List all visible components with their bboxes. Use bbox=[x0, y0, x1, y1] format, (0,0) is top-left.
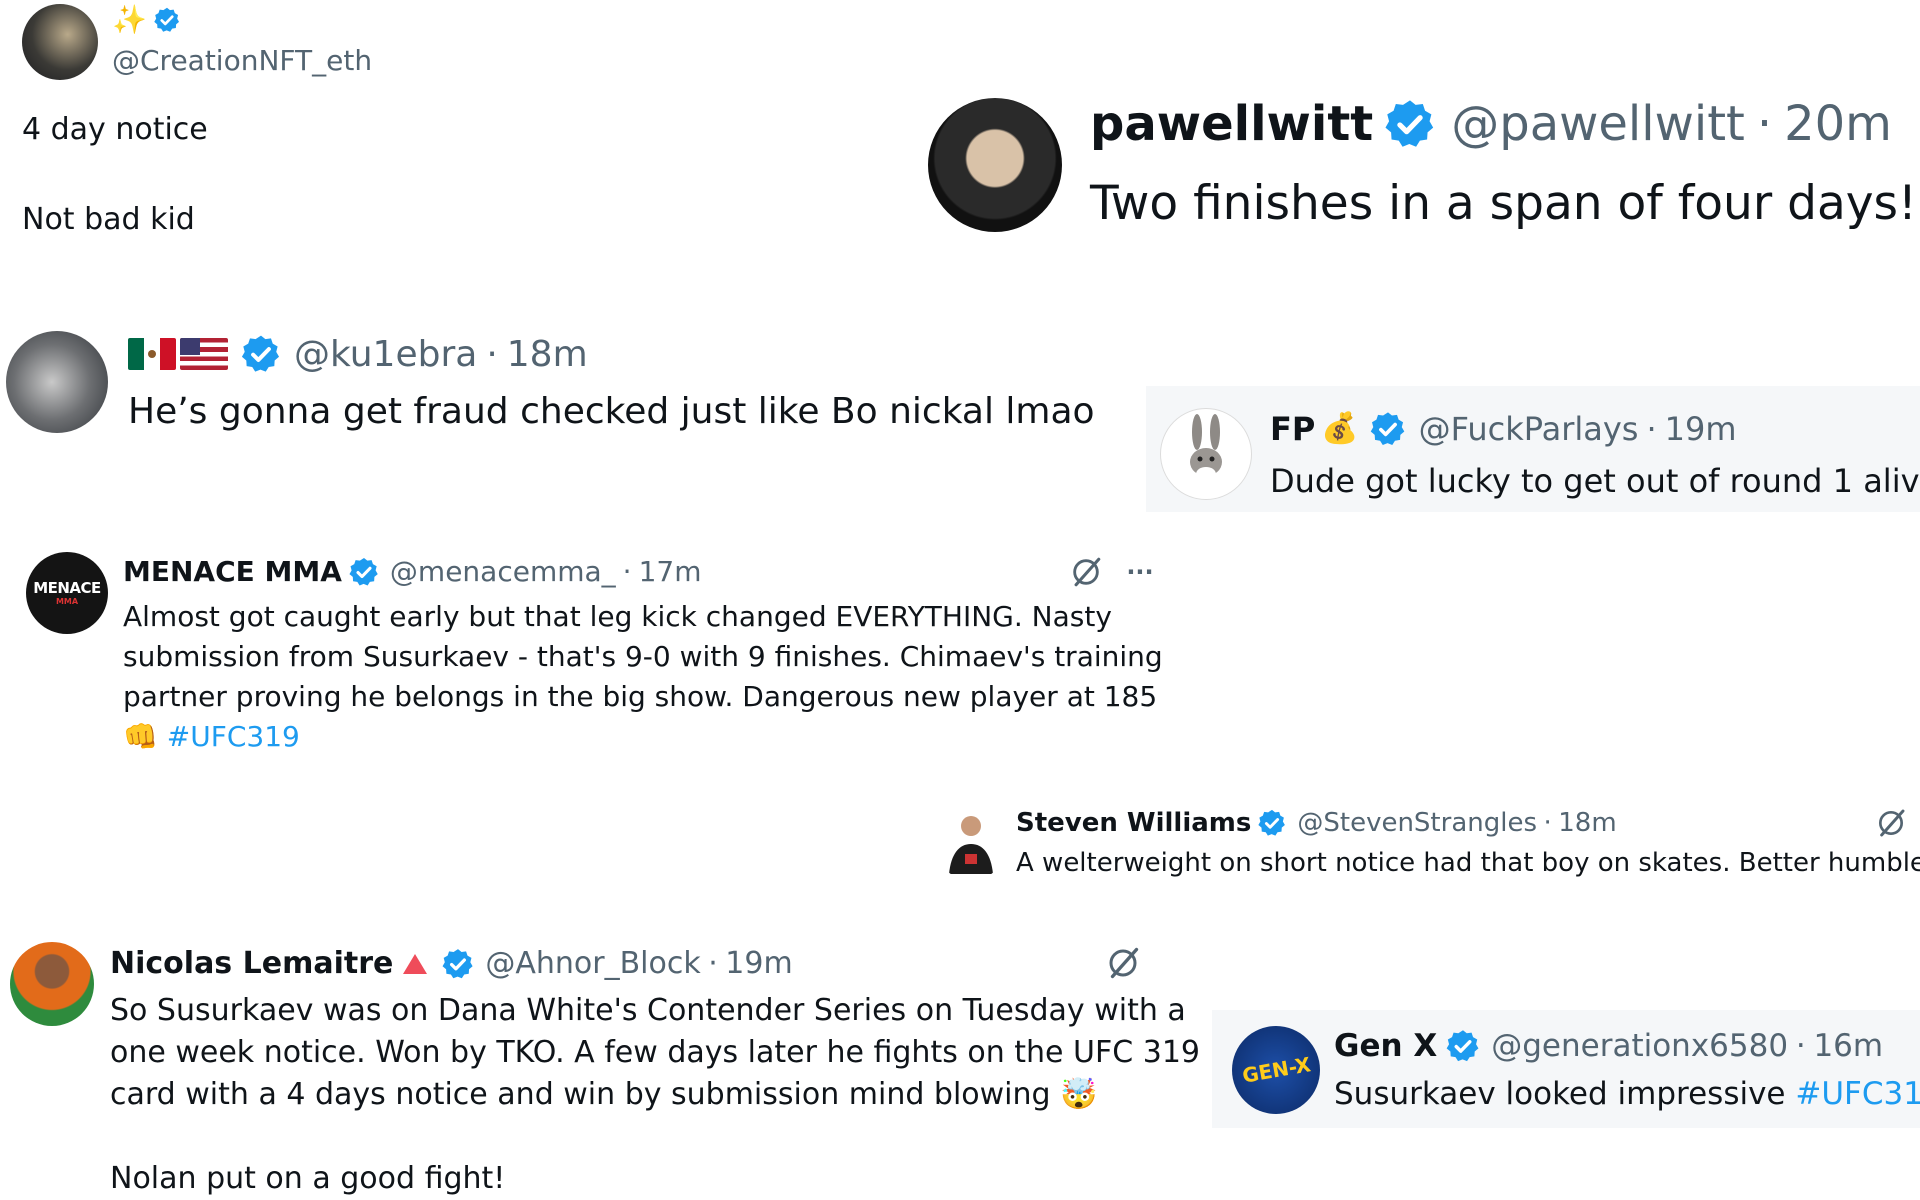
sparkles-icon: ✨ bbox=[112, 3, 147, 36]
avatar-pawellwitt-icon[interactable] bbox=[928, 98, 1062, 232]
verified-badge-icon bbox=[240, 333, 282, 375]
more-options-button[interactable]: ··· bbox=[1120, 554, 1160, 590]
avatar-genx-icon[interactable]: GEN-X bbox=[1232, 1026, 1320, 1114]
tweet-menace-header: MENACE MMA @menacemma_ · 17m bbox=[123, 555, 702, 588]
verified-badge-icon bbox=[152, 6, 181, 34]
tweet-genx-text: Susurkaev looked impressive #UFC319 bbox=[1334, 1076, 1920, 1112]
hashtag-link[interactable]: #UFC319 bbox=[167, 720, 300, 753]
verified-badge-icon bbox=[1445, 1028, 1481, 1063]
tweet-pawellwitt-header: pawellwitt @pawellwitt · 20m bbox=[1090, 96, 1892, 152]
tweet-line: card with a 4 days notice and win by sub… bbox=[110, 1077, 1098, 1112]
verified-badge-icon bbox=[1368, 410, 1406, 447]
grok-icon[interactable] bbox=[1068, 554, 1104, 590]
avatar-steven-icon[interactable] bbox=[934, 806, 1008, 880]
mexico-flag-icon bbox=[128, 338, 176, 370]
tweet-nicolas-header: Nicolas Lemaitre @Ahnor_Block · 19m bbox=[110, 946, 793, 981]
hashtag-link[interactable]: #UFC319 bbox=[1795, 1076, 1920, 1112]
tweet-genx[interactable]: GEN-X Gen X @generationx6580 · 16m Susur… bbox=[1212, 1010, 1920, 1128]
tweet-menace[interactable]: MENACE MMA MENACE MMA @menacemma_ · 17m … bbox=[0, 540, 1180, 770]
verified-badge-icon bbox=[347, 555, 380, 587]
tweet-steven-text: A welterweight on short notice had that … bbox=[1016, 848, 1920, 878]
tweet-creation[interactable]: ✨ @CreationNFT_eth 4 day notice Not bad … bbox=[0, 0, 500, 250]
tweet-line: Nolan put on a good fight! bbox=[110, 1161, 506, 1196]
avatar-nicolas-icon[interactable] bbox=[10, 942, 94, 1026]
tweet-fp-text: Dude got lucky to get out of round 1 ali… bbox=[1270, 462, 1920, 500]
tweet-line: one week notice. Won by TKO. A few days … bbox=[110, 1035, 1201, 1070]
usa-flag-icon bbox=[180, 338, 228, 370]
tweet-line: 👊 #UFC319 bbox=[123, 717, 1163, 757]
money-bag-icon: 💰 bbox=[1321, 411, 1359, 446]
tweet-fp[interactable]: FP 💰 @FuckParlays · 19m Dude got lucky t… bbox=[1146, 386, 1920, 512]
avatar-menace-icon[interactable]: MENACE MMA bbox=[26, 552, 108, 634]
avatar-fp-icon[interactable] bbox=[1160, 408, 1252, 500]
tweet-creation-text: 4 day notice Not bad kid bbox=[22, 110, 208, 240]
tweet-ku1ebra[interactable]: @ku1ebra · 18m He’s gonna get fraud chec… bbox=[0, 325, 1100, 445]
tweet-nicolas-text: So Susurkaev was on Dana White's Contend… bbox=[110, 990, 1200, 1200]
verified-badge-icon bbox=[1383, 97, 1437, 151]
tweet-nicolas[interactable]: Nicolas Lemaitre @Ahnor_Block · 19m So S… bbox=[0, 930, 1200, 1200]
rabbit-icon bbox=[1190, 414, 1222, 481]
tweet-ku1ebra-header: @ku1ebra · 18m bbox=[128, 333, 588, 375]
tweet-line: 4 day notice bbox=[22, 112, 208, 147]
tweet-pawellwitt[interactable]: pawellwitt @pawellwitt · 20m Two finishe… bbox=[920, 90, 1920, 250]
tweet-fp-header: FP 💰 @FuckParlays · 19m bbox=[1270, 410, 1737, 448]
tweet-line: Almost got caught early but that leg kic… bbox=[123, 600, 1112, 633]
tweet-steven[interactable]: Steven Williams @StevenStrangles · 18m A… bbox=[930, 800, 1920, 900]
verified-badge-icon bbox=[441, 946, 475, 980]
tweet-creation-handle[interactable]: @CreationNFT_eth bbox=[112, 44, 372, 77]
tweet-line: So Susurkaev was on Dana White's Contend… bbox=[110, 993, 1186, 1028]
mind-blown-icon: 🤯 bbox=[1060, 1077, 1098, 1112]
tweet-steven-header: Steven Williams @StevenStrangles · 18m bbox=[1016, 808, 1617, 838]
tweet-menace-text: Almost got caught early but that leg kic… bbox=[123, 597, 1163, 757]
tweet-line: submission from Susurkaev - that's 9-0 w… bbox=[123, 640, 1163, 673]
tweet-line: Not bad kid bbox=[22, 202, 195, 237]
grok-icon[interactable] bbox=[1874, 806, 1908, 840]
red-triangle-icon bbox=[403, 953, 428, 974]
grok-icon[interactable] bbox=[1104, 944, 1142, 982]
tweet-line: partner proving he belongs in the big sh… bbox=[123, 680, 1158, 713]
fist-icon: 👊 bbox=[123, 720, 158, 753]
avatar-ku1ebra-icon[interactable] bbox=[6, 331, 108, 433]
tweet-genx-header: Gen X @generationx6580 · 16m bbox=[1334, 1028, 1884, 1064]
tweet-ku1ebra-text: He’s gonna get fraud checked just like B… bbox=[128, 391, 1095, 432]
tweet-pawellwitt-text: Two finishes in a span of four days! bbox=[1090, 176, 1917, 231]
person-icon bbox=[949, 816, 993, 874]
verified-badge-icon bbox=[1257, 808, 1287, 838]
avatar-creation-icon[interactable] bbox=[22, 4, 98, 80]
tweet-creation-name-row: ✨ bbox=[112, 6, 181, 34]
